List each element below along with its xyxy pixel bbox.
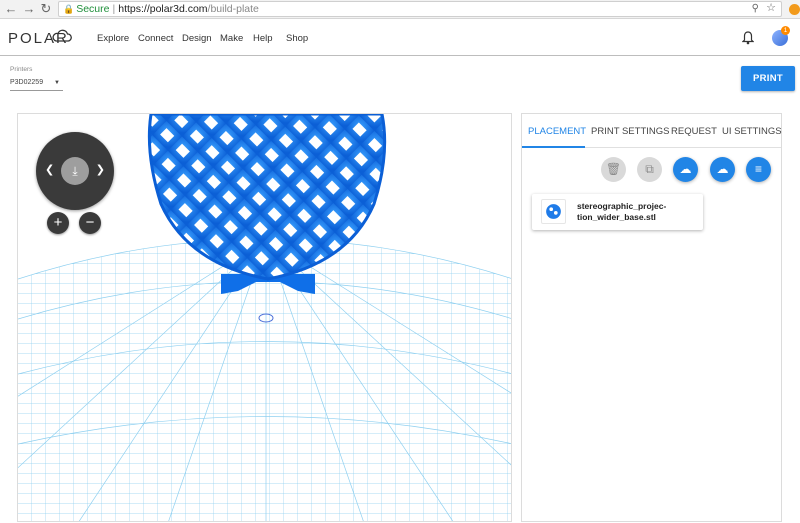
cloud-upload-icon[interactable]: ☁ bbox=[673, 157, 698, 182]
url-host: https://polar3d.com bbox=[118, 3, 208, 15]
tab-request[interactable]: REQUEST bbox=[671, 126, 717, 137]
bookmark-star-icon[interactable]: ☆ bbox=[766, 1, 776, 15]
rotate-left-icon[interactable]: ❮ bbox=[45, 163, 54, 176]
forward-arrow-icon[interactable]: → bbox=[21, 1, 37, 17]
zoom-in-button[interactable]: + bbox=[47, 212, 69, 234]
address-bar[interactable]: 🔒 Secure | https://polar3d.com/build-plate … bbox=[58, 1, 782, 17]
zoom-icon[interactable]: ⚲ bbox=[752, 2, 759, 16]
zoom-out-button[interactable]: − bbox=[79, 212, 101, 234]
duplicate-icon[interactable]: ⧉ bbox=[637, 157, 662, 182]
menu-design[interactable]: Design bbox=[182, 33, 212, 44]
printers-label: Printers bbox=[10, 66, 33, 73]
secure-label: Secure bbox=[76, 3, 110, 15]
app-header: POLAR Explore Connect Design Make Help S… bbox=[0, 20, 800, 56]
cloud-logo-icon bbox=[52, 29, 72, 42]
url-path: /build-plate bbox=[207, 3, 259, 15]
add-to-queue-icon[interactable]: ≡ bbox=[746, 157, 771, 182]
menu-connect[interactable]: Connect bbox=[138, 33, 173, 44]
url-separator: | bbox=[112, 3, 116, 15]
tab-print-settings[interactable]: PRINT SETTINGS bbox=[591, 126, 669, 137]
rotate-right-icon[interactable]: ❯ bbox=[96, 163, 105, 176]
menu-make[interactable]: Make bbox=[220, 33, 243, 44]
active-tab-indicator bbox=[522, 146, 585, 148]
printer-select-value: P3D02259 bbox=[10, 79, 44, 86]
drop-to-plate-icon[interactable]: ⤓ bbox=[61, 157, 89, 185]
extension-icon[interactable] bbox=[789, 4, 800, 15]
cloud-download-icon[interactable]: ☁ bbox=[710, 157, 735, 182]
menu-help[interactable]: Help bbox=[253, 33, 273, 44]
printer-select[interactable]: P3D02259 ▼ bbox=[10, 76, 63, 91]
notification-badge: 1 bbox=[781, 26, 790, 35]
model-file-name: stereographic_projec-tion_wider_base.stl bbox=[577, 201, 667, 222]
delete-icon[interactable]: 🗑 bbox=[601, 157, 626, 182]
reload-icon[interactable]: ↻ bbox=[38, 1, 54, 17]
notification-bell-icon[interactable] bbox=[742, 31, 754, 45]
camera-rotate-dial[interactable]: ❮ ❯ ⤓ bbox=[36, 132, 114, 210]
browser-toolbar: ← → ↻ 🔒 Secure | https://polar3d.com/build-… bbox=[0, 0, 800, 19]
model-thumbnail bbox=[541, 199, 566, 224]
menu-shop[interactable]: Shop bbox=[286, 33, 308, 44]
build-plate-viewport[interactable]: ❮ ❯ ⤓ + − bbox=[17, 113, 512, 522]
tab-ui-settings[interactable]: UI SETTINGS bbox=[722, 126, 782, 137]
caret-down-icon: ▼ bbox=[54, 80, 60, 86]
print-button[interactable]: PRINT bbox=[741, 66, 795, 91]
settings-panel: PLACEMENT PRINT SETTINGS REQUEST UI SETT… bbox=[521, 113, 782, 522]
panel-tabs: PLACEMENT PRINT SETTINGS REQUEST UI SETT… bbox=[522, 114, 782, 148]
model-file-card[interactable]: stereographic_projec-tion_wider_base.stl bbox=[532, 194, 703, 230]
back-arrow-icon[interactable]: ← bbox=[3, 1, 19, 17]
menu-explore[interactable]: Explore bbox=[97, 33, 129, 44]
lock-icon: 🔒 bbox=[63, 4, 75, 14]
tab-placement[interactable]: PLACEMENT bbox=[528, 126, 586, 137]
